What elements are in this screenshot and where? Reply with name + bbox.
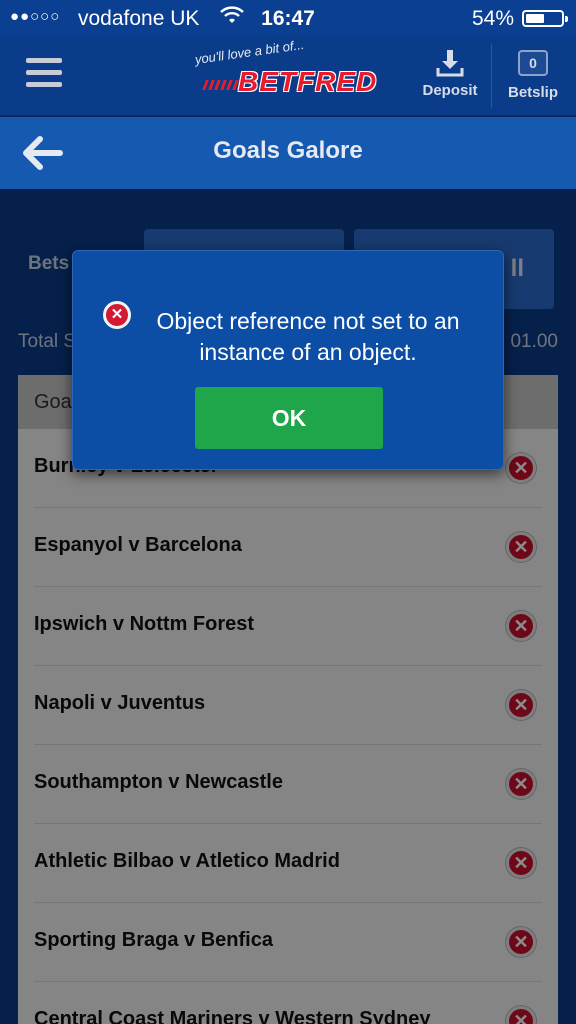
hamburger-menu-icon[interactable] [26,58,62,90]
battery-icon [522,10,568,27]
betslip-count-badge: 0 [518,50,548,76]
logo-brand: BETFRED [238,66,378,97]
betslip-button[interactable]: 0 Betslip [500,48,566,106]
page-header: Goals Galore [0,117,576,189]
error-dialog: ✕ Object reference not set to an instanc… [72,250,504,470]
status-bar: ●●○○○ vodafone UK 16:47 54% [0,0,576,36]
download-icon [435,48,465,78]
betslip-label: Betslip [507,84,558,101]
page-title: Goals Galore [213,137,363,164]
deposit-button[interactable]: Deposit [414,48,486,106]
logo-tagline: you'll love a bit of... [193,36,306,67]
error-icon: ✕ [103,301,131,329]
ok-button[interactable]: OK [195,387,383,449]
header-divider [491,44,492,108]
error-message: Object reference not set to an instance … [156,308,460,365]
deposit-label: Deposit [422,82,478,99]
betfred-logo[interactable]: you'll love a bit of... BETFRED [192,37,382,100]
app-header: you'll love a bit of... BETFRED Deposit … [0,36,576,116]
battery-percentage: 54% [471,7,514,30]
